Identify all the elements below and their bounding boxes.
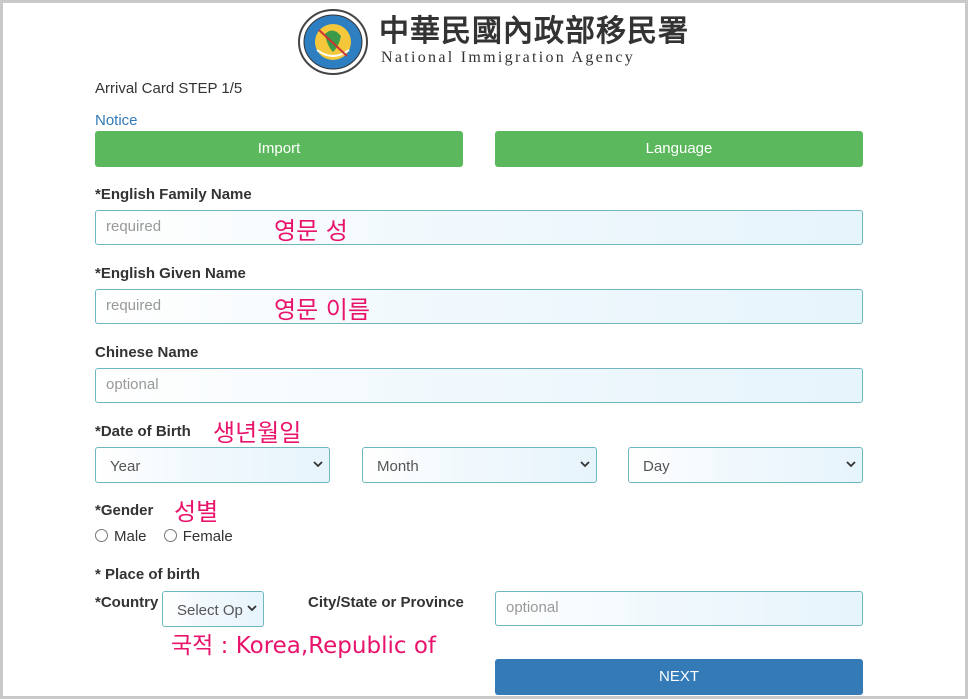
gender-label: *Gender (95, 502, 154, 519)
notice-link[interactable]: Notice (95, 112, 138, 129)
country-select[interactable]: Select Op (162, 591, 264, 627)
family-name-input[interactable]: required (95, 210, 863, 245)
language-button[interactable]: Language (495, 131, 863, 167)
gender-annotation: 성별 (174, 498, 219, 526)
country-annotation: 국적 : Korea,Republic of (171, 633, 436, 659)
dob-year-value: Year (110, 458, 141, 475)
import-button[interactable]: Import (95, 131, 463, 167)
family-name-label: *English Family Name (95, 186, 252, 203)
dob-label: *Date of Birth (95, 423, 191, 440)
place-of-birth-label: * Place of birth (95, 566, 201, 583)
gender-male-label: Male (114, 528, 147, 545)
chinese-name-label: Chinese Name (95, 344, 199, 361)
agency-logo: 中華民國內政部移民署 National Immigration Agency (295, 2, 688, 76)
step-indicator: Arrival Card STEP 1/5 (95, 80, 243, 97)
country-label: *Country (95, 594, 159, 611)
dob-annotation: 생년월일 (213, 419, 302, 447)
dob-month-value: Month (377, 458, 419, 475)
agency-name-english: National Immigration Agency (381, 49, 636, 66)
family-name-annotation: 영문 성 (274, 217, 348, 245)
gender-male-option[interactable]: Male (95, 528, 147, 545)
chevron-down-icon (313, 461, 323, 468)
chevron-down-icon (580, 461, 590, 468)
country-select-value: Select Op (177, 602, 243, 619)
chevron-down-icon (846, 461, 856, 468)
given-name-annotation: 영문 이름 (274, 296, 370, 324)
chevron-down-icon (247, 605, 257, 612)
city-input[interactable]: optional (495, 591, 863, 626)
gender-female-label: Female (182, 528, 233, 545)
dob-day-select[interactable]: Day (628, 447, 863, 483)
radio-male[interactable] (95, 529, 108, 542)
agency-seal-icon (298, 9, 368, 75)
gender-options: Male Female (95, 528, 246, 545)
dob-month-select[interactable]: Month (362, 447, 597, 483)
chinese-name-input[interactable]: optional (95, 368, 863, 403)
dob-day-value: Day (643, 458, 670, 475)
dob-year-select[interactable]: Year (95, 447, 330, 483)
next-button[interactable]: NEXT (495, 659, 863, 695)
gender-female-option[interactable]: Female (163, 528, 233, 545)
city-label: City/State or Province (308, 594, 464, 611)
given-name-label: *English Given Name (95, 265, 246, 282)
radio-female[interactable] (163, 529, 177, 542)
agency-name-chinese: 中華民國內政部移民署 (379, 14, 689, 49)
given-name-input[interactable]: required (95, 289, 863, 324)
